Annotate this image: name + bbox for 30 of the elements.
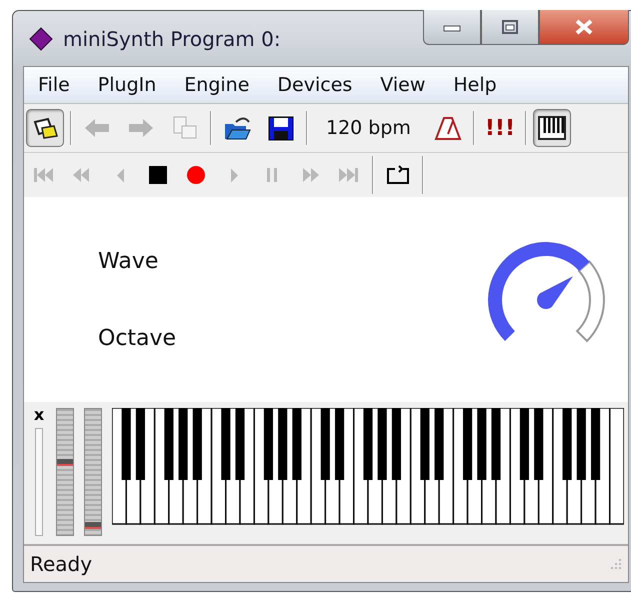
menu-item[interactable]: Engine <box>184 74 250 96</box>
vertical-slider[interactable] <box>56 408 74 536</box>
resize-grip-icon[interactable] <box>610 558 622 570</box>
panic-button[interactable]: !!! <box>480 109 519 147</box>
mute-mark[interactable]: x <box>34 408 44 422</box>
parameter-label: Wave <box>98 248 160 274</box>
save-icon <box>266 114 296 142</box>
menu-item[interactable]: Devices <box>277 74 352 96</box>
piano-icon <box>536 114 567 142</box>
menu-item[interactable]: Help <box>453 74 497 96</box>
loop-icon <box>385 163 411 187</box>
maximize-button[interactable] <box>481 10 539 45</box>
window-title: miniSynth Program 0: <box>63 26 281 50</box>
play-icon <box>230 168 238 182</box>
tempo-label: 120 bpm <box>325 117 412 139</box>
step-back-icon <box>116 168 124 182</box>
menu-item[interactable]: View <box>380 74 426 96</box>
menu-item[interactable]: PlugIn <box>98 74 156 96</box>
close-button[interactable] <box>539 10 629 45</box>
vertical-slider[interactable] <box>84 408 102 536</box>
maximize-icon <box>501 19 519 35</box>
minimize-button[interactable] <box>423 10 481 45</box>
diamond-icon <box>29 26 53 50</box>
metronome-icon <box>432 114 463 142</box>
status-text: Ready <box>30 552 92 576</box>
plugin-button[interactable] <box>26 109 64 147</box>
piano-keyboard[interactable] <box>112 408 624 526</box>
menu-item[interactable]: File <box>38 74 70 96</box>
parameter-label: Octave <box>98 326 176 350</box>
keyboard-button[interactable] <box>532 109 571 147</box>
